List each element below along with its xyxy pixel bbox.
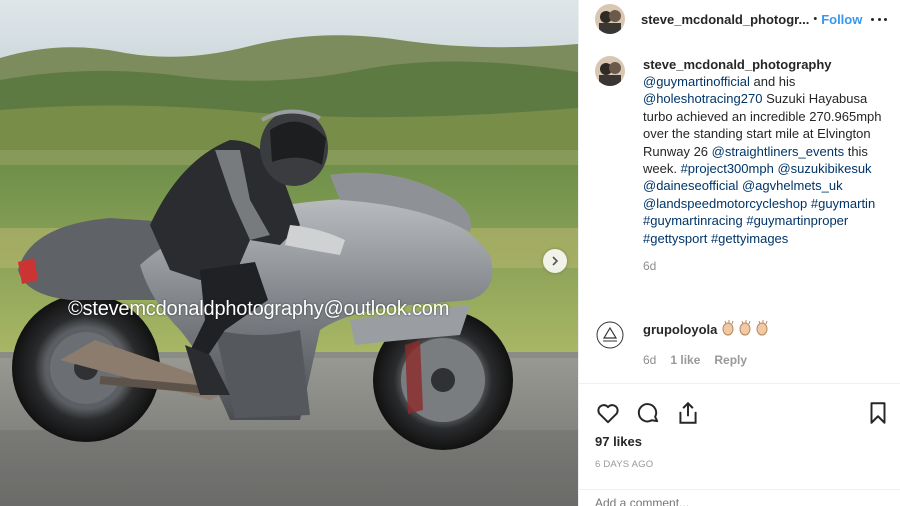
header-separator: • [813,13,818,25]
caption-avatar[interactable] [595,56,625,86]
comment-meta: 6d 1 like Reply [643,353,747,367]
post-side-panel: steve_mcdonald_photogr... • Follow steve… [578,0,900,506]
chevron-right-icon [552,256,559,266]
clapping-hands-emoji [720,320,770,336]
comment-input[interactable] [595,496,875,506]
caption-link[interactable]: #gettyimages [711,231,788,246]
reply-button[interactable]: Reply [714,353,747,367]
add-comment-area [579,489,900,506]
post-header: steve_mcdonald_photogr... • Follow [579,0,900,38]
caption-time[interactable]: 6d [643,259,895,273]
header-username[interactable]: steve_mcdonald_photogr... [641,12,809,27]
avatar[interactable] [595,4,625,34]
follow-button[interactable]: Follow [821,12,862,27]
clap-icon [722,320,734,336]
heart-icon[interactable] [595,400,621,426]
likes-count[interactable]: 97 likes [595,434,642,449]
comment-icon[interactable] [635,400,661,426]
post-date[interactable]: 6 DAYS AGO [595,459,653,470]
caption-link[interactable]: @guymartinofficial [643,74,750,89]
divider [579,383,900,384]
caption-link[interactable]: @landspeedmotorcycleshop [643,196,807,211]
more-options-icon[interactable] [871,11,887,27]
clap-icon [739,320,751,336]
motorcycle-photo [0,0,578,506]
commenter-avatar[interactable] [595,320,625,350]
caption-text-run: and his [749,74,796,89]
post-photo[interactable]: ©stevemcdonaldphotography@outlook.com [0,0,578,506]
caption-username[interactable]: steve_mcdonald_photography [643,56,895,73]
comment-likes[interactable]: 1 like [670,353,700,367]
caption-text: @guymartinofficial and his @holeshotraci… [643,73,895,247]
commenter-username[interactable]: grupoloyola [643,322,717,337]
caption-link[interactable]: #guymartinracing [643,213,743,228]
caption-link[interactable]: @holeshotracing270 [643,91,762,106]
share-icon[interactable] [675,400,701,426]
caption-link[interactable]: #gettysport [643,231,707,246]
caption-link[interactable]: #project300mph [681,161,774,176]
commenter-logo [595,320,625,350]
caption-link[interactable]: @agvhelmets_uk [742,178,843,193]
comment-time[interactable]: 6d [643,353,656,367]
bookmark-icon[interactable] [865,400,891,426]
clap-icon [756,320,768,336]
caption-link[interactable]: #guymartinproper [746,213,848,228]
carousel-next-button[interactable] [543,249,567,273]
avatar-photo [595,4,625,34]
caption-link[interactable]: #guymartin [811,196,875,211]
avatar-photo [595,56,625,86]
caption-link[interactable]: @daineseofficial [643,178,738,193]
action-bar [595,400,891,426]
caption-link[interactable]: @straightliners_events [712,144,844,159]
photo-watermark: ©stevemcdonaldphotography@outlook.com [68,298,450,320]
caption-link[interactable]: @suzukibikesuk [777,161,871,176]
